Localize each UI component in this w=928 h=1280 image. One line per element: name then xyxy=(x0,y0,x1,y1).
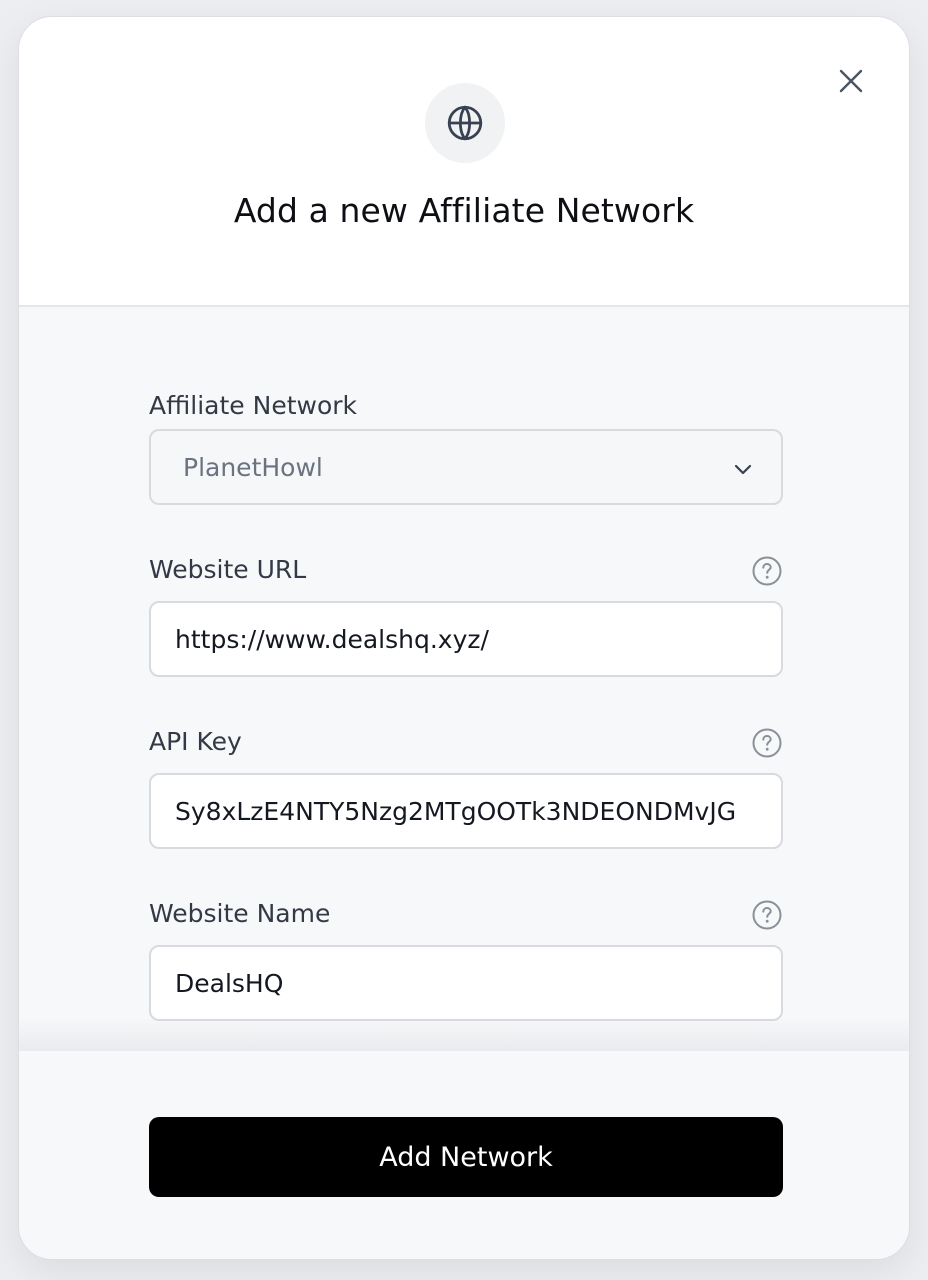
add-network-button[interactable]: Add Network xyxy=(149,1117,783,1197)
help-icon[interactable] xyxy=(751,727,783,759)
scroll-shadow xyxy=(19,1017,909,1053)
chevron-down-icon xyxy=(734,464,752,475)
close-icon xyxy=(839,69,863,93)
modal-title: Add a new Affiliate Network xyxy=(233,191,695,230)
globe-badge xyxy=(425,83,505,163)
add-network-modal: Add a new Affiliate Network Affiliate Ne… xyxy=(18,16,910,1260)
website-name-input[interactable]: DealsHQ xyxy=(149,945,783,1021)
affiliate-network-value: PlanetHowl xyxy=(183,452,323,482)
website-name-label: Website Name xyxy=(149,899,331,928)
website-url-label: Website URL xyxy=(149,555,307,584)
website-url-input[interactable]: https://www.dealshq.xyz/ xyxy=(149,601,783,677)
modal-header: Add a new Affiliate Network xyxy=(19,17,909,307)
affiliate-network-label: Affiliate Network xyxy=(149,391,357,420)
affiliate-network-field: Affiliate Network PlanetHowl xyxy=(149,391,783,505)
help-icon[interactable] xyxy=(751,899,783,931)
website-name-field: Website Name DealsHQ xyxy=(149,899,783,1021)
api-key-field: API Key Sy8xLzE4NTY5Nzg2MTgOOTk3NDEONDMv… xyxy=(149,727,783,849)
close-button[interactable] xyxy=(833,63,869,99)
api-key-label: API Key xyxy=(149,727,242,756)
api-key-input[interactable]: Sy8xLzE4NTY5Nzg2MTgOOTk3NDEONDMvJG xyxy=(149,773,783,849)
modal-footer: Add Network xyxy=(19,1051,909,1259)
globe-icon xyxy=(447,105,483,141)
website-url-field: Website URL https://www.dealshq.xyz/ xyxy=(149,555,783,677)
help-icon[interactable] xyxy=(751,555,783,587)
affiliate-network-select[interactable]: PlanetHowl xyxy=(149,429,783,505)
